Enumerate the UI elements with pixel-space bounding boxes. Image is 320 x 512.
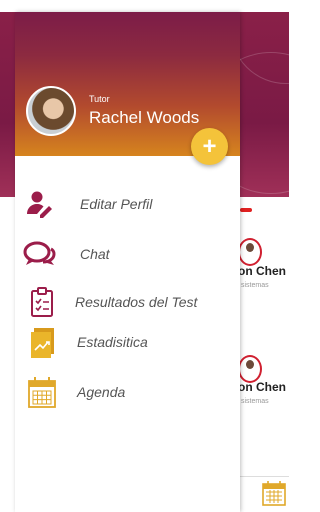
bottom-nav-divider [240,476,289,477]
contact-subtitle: sistemas [241,398,269,405]
profile-name: Rachel Woods [89,108,200,127]
calendar-icon [28,377,56,408]
navigation-drawer: Tutor Rachel Woods + Editar Perfil Chat … [15,12,240,512]
menu-item-editar-perfil[interactable]: Editar Perfil [15,188,240,222]
menu-item-resultados-del-test[interactable]: Resultados del Test [15,286,240,320]
menu-item-label: Resultados del Test [75,294,198,310]
profile-avatar[interactable] [26,86,76,136]
menu-item-estadisitica[interactable]: Estadisitica [15,326,240,360]
menu-item-label: Agenda [77,384,126,400]
chat-bubbles-icon [23,241,56,265]
contact-avatar[interactable] [238,238,262,266]
menu-item-agenda[interactable]: Agenda [15,376,240,410]
menu-item-label: Editar Perfil [80,196,153,212]
contact-avatar[interactable] [238,355,262,383]
contact-name[interactable]: on Chen [238,264,286,278]
menu-item-label: Chat [80,246,110,262]
contact-name[interactable]: on Chen [238,380,286,394]
tab-indicator [240,208,252,212]
menu-item-label: Estadisitica [77,334,148,350]
clipboard-checklist-icon [31,287,53,317]
calendar-icon[interactable] [262,480,286,506]
drawer-header: Tutor Rachel Woods + [15,12,240,165]
edit-user-icon [27,191,52,218]
chart-trend-icon [31,328,54,358]
menu-item-chat[interactable]: Chat [15,238,240,272]
add-button[interactable]: + [191,128,228,165]
contact-subtitle: sistemas [241,282,269,289]
profile-role: Tutor [89,94,110,104]
